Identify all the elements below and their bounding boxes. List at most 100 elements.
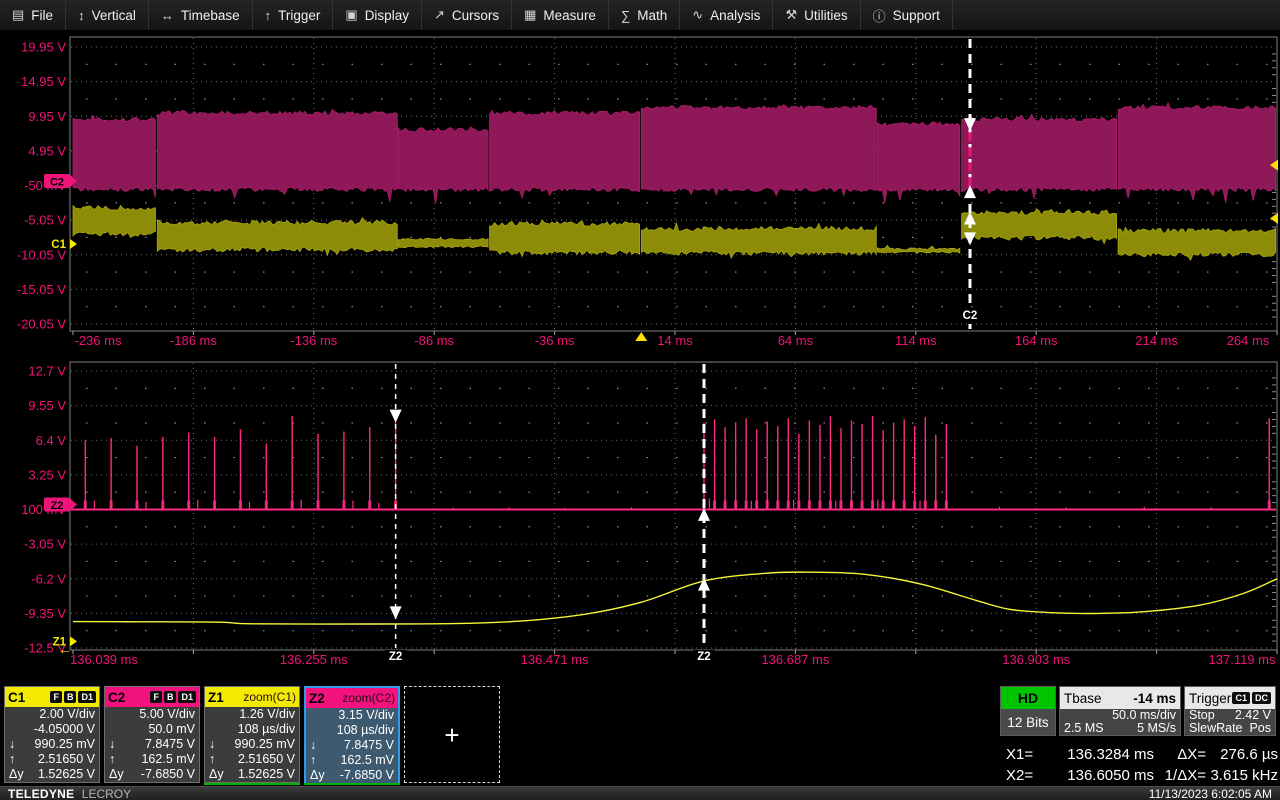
y-axis-tick: -20.05 V — [17, 317, 66, 332]
acquisition-panel: HD 12 Bits Tbase -14 ms 50.0 ms/div 2.5 … — [1000, 686, 1278, 736]
x-axis-tick: 164 ms — [1015, 333, 1058, 348]
svg-text:Z2: Z2 — [51, 500, 64, 512]
dx-label: ΔX= — [1154, 746, 1210, 763]
cursor-label: Z2 — [389, 651, 402, 663]
x-axis-tick: 136.687 ms — [761, 652, 829, 667]
dx-value: 276.6 µs — [1210, 746, 1278, 763]
display-icon: ▣ — [345, 7, 357, 23]
hd-mode-box[interactable]: HD 12 Bits — [1000, 686, 1056, 736]
menu-item-label: Math — [637, 8, 667, 23]
descriptor-row: 2.00 V/div — [5, 707, 99, 722]
trigger-box[interactable]: Trigger C1 DC Stop 2.42 V SlewRate — [1184, 686, 1276, 736]
channel-id: C1 — [8, 690, 25, 705]
cursor-label: Z2 — [697, 651, 710, 663]
descriptor-values: 3.15 V/div108 µs/div↓7.8475 V↑162.5 mVΔy… — [306, 708, 398, 783]
add-trace-button[interactable]: + — [404, 686, 500, 783]
descriptor-row: ↓990.25 mV — [205, 737, 299, 752]
x-axis-tick: 114 ms — [895, 333, 937, 348]
channel-badges: FBD1 — [150, 691, 196, 703]
zoom-grid: 12.7 V9.55 V6.4 V3.25 V100 mV-3.05 V-6.2… — [21, 362, 1277, 667]
menu-item-label: Timebase — [181, 8, 240, 23]
channel-badges: FBD1 — [50, 691, 96, 703]
badge-d1: D1 — [178, 691, 196, 703]
invdx-value: 3.615 kHz — [1210, 767, 1278, 784]
utilities-icon: ⚒ — [785, 7, 797, 23]
descriptor-row: ↓7.8475 V — [306, 738, 398, 753]
brand-logo: TELEDYNE LECROY — [8, 787, 131, 800]
trigger-type: SlewRate — [1189, 722, 1243, 735]
y-axis-tick: 9.55 V — [28, 398, 66, 413]
trigger-label: Trigger — [1189, 691, 1231, 706]
y-axis-tick: -15.05 V — [17, 282, 66, 297]
menu-item-analysis[interactable]: ∿Analysis — [680, 0, 773, 30]
descriptor-row: Δy-7.6850 V — [306, 768, 398, 783]
descriptor-values: 2.00 V/div-4.05000 V↓990.25 mV↑2.51650 V… — [5, 707, 99, 782]
x-axis-tick: -86 ms — [414, 333, 454, 348]
x-axis-tick: -136 ms — [290, 333, 337, 348]
svg-text:C2: C2 — [50, 176, 64, 188]
x1-label: X1= — [1006, 746, 1044, 763]
badge-b: B — [164, 691, 177, 703]
descriptor-header: C2 FBD1 — [105, 687, 199, 707]
x1-value: 136.3284 ms — [1044, 746, 1154, 763]
x-axis-tick: 14 ms — [657, 333, 693, 348]
menu-item-display[interactable]: ▣Display — [333, 0, 422, 30]
y-axis-tick: -5.05 V — [24, 213, 66, 228]
menu-item-timebase[interactable]: ↔Timebase — [149, 0, 253, 30]
descriptor-header: Z1zoom(C1) — [205, 687, 299, 707]
descriptor-c2[interactable]: C2FBD15.00 V/div50.0 mV↓7.8475 V↑162.5 m… — [104, 686, 200, 783]
menu-item-vertical[interactable]: ↕Vertical — [66, 0, 149, 30]
menu-item-math[interactable]: ∑ Math — [609, 0, 680, 30]
trigger-slope: Pos — [1249, 722, 1271, 735]
y-axis-tick: -3.05 V — [24, 537, 66, 552]
menu-item-trigger[interactable]: ↑Trigger — [253, 0, 334, 30]
descriptor-row: ↑2.51650 V — [205, 752, 299, 767]
channel-id: Z1 — [208, 690, 224, 705]
trigger-time-marker[interactable] — [635, 332, 647, 341]
status-bar: TELEDYNE LECROY 11/13/2023 6:02:05 AM — [0, 786, 1280, 800]
menu-item-cursors[interactable]: ↗Cursors — [422, 0, 512, 30]
x-axis-tick: 136.903 ms — [1002, 652, 1070, 667]
channel-id: C2 — [108, 690, 125, 705]
datetime: 11/13/2023 6:02:05 AM — [1149, 787, 1272, 800]
descriptor-z2[interactable]: Z2zoom(C2)3.15 V/div108 µs/div↓7.8475 V↑… — [304, 686, 400, 783]
timebase-box[interactable]: Tbase -14 ms 50.0 ms/div 2.5 MS 5 MS/s — [1059, 686, 1181, 736]
descriptor-row: -4.05000 V — [5, 722, 99, 737]
descriptor-row: 50.0 mV — [105, 722, 199, 737]
x-axis-tick: 264 ms — [1227, 333, 1270, 348]
menu-item-utilities[interactable]: ⚒Utilities — [773, 0, 860, 30]
menu-item-measure[interactable]: ▦Measure — [512, 0, 609, 30]
plus-icon: + — [444, 722, 459, 748]
menu-item-label: Analysis — [710, 8, 760, 23]
tbase-offset: -14 ms — [1133, 691, 1176, 706]
math-icon: ∑ — [621, 8, 630, 23]
menu-item-label: File — [31, 8, 53, 23]
menu-item-label: Support — [893, 8, 940, 23]
descriptor-row: 3.15 V/div — [306, 708, 398, 723]
x-axis-tick: -186 ms — [170, 333, 217, 348]
descriptor-row: Δy-7.6850 V — [105, 767, 199, 782]
menu-item-support[interactable]: ⓘ Support — [861, 0, 953, 30]
tbase-rate: 5 MS/s — [1137, 722, 1176, 735]
menu-item-label: Cursors — [452, 8, 499, 23]
waveform-display: 19.95 V14.95 V9.95 V4.95 V-50 mV-5.05 V-… — [0, 30, 1280, 682]
descriptor-row: 108 µs/div — [205, 722, 299, 737]
descriptor-row: 5.00 V/div — [105, 707, 199, 722]
descriptor-row: ↑2.51650 V — [5, 752, 99, 767]
main-grid: 19.95 V14.95 V9.95 V4.95 V-50 mV-5.05 V-… — [17, 37, 1278, 348]
y-axis-tick: 3.25 V — [28, 467, 66, 482]
x-axis-tick: 136.039 ms — [70, 652, 138, 667]
menu-item-label: Measure — [543, 8, 596, 23]
trigger-source-badge: C1 — [1232, 692, 1250, 704]
brand-lecroy: LECROY — [82, 787, 131, 800]
descriptor-c1[interactable]: C1 FBD1 2.00 V/div-4.05000 V↓990.25 mV↑2.5… — [4, 686, 100, 783]
descriptor-header: Z2zoom(C2) — [306, 688, 398, 708]
svg-text:C1: C1 — [51, 239, 66, 251]
support-icon: ⓘ — [873, 6, 886, 25]
descriptor-z1[interactable]: Z1zoom(C1)1.26 V/div108 µs/div↓990.25 mV… — [204, 686, 300, 783]
badge-f: F — [150, 691, 162, 703]
menu-item-file[interactable]: ▤File — [0, 0, 66, 30]
descriptor-header: C1 FBD1 — [5, 687, 99, 707]
y-axis-tick: 12.7 V — [28, 364, 66, 379]
y-axis-tick: 19.95 V — [21, 40, 66, 55]
